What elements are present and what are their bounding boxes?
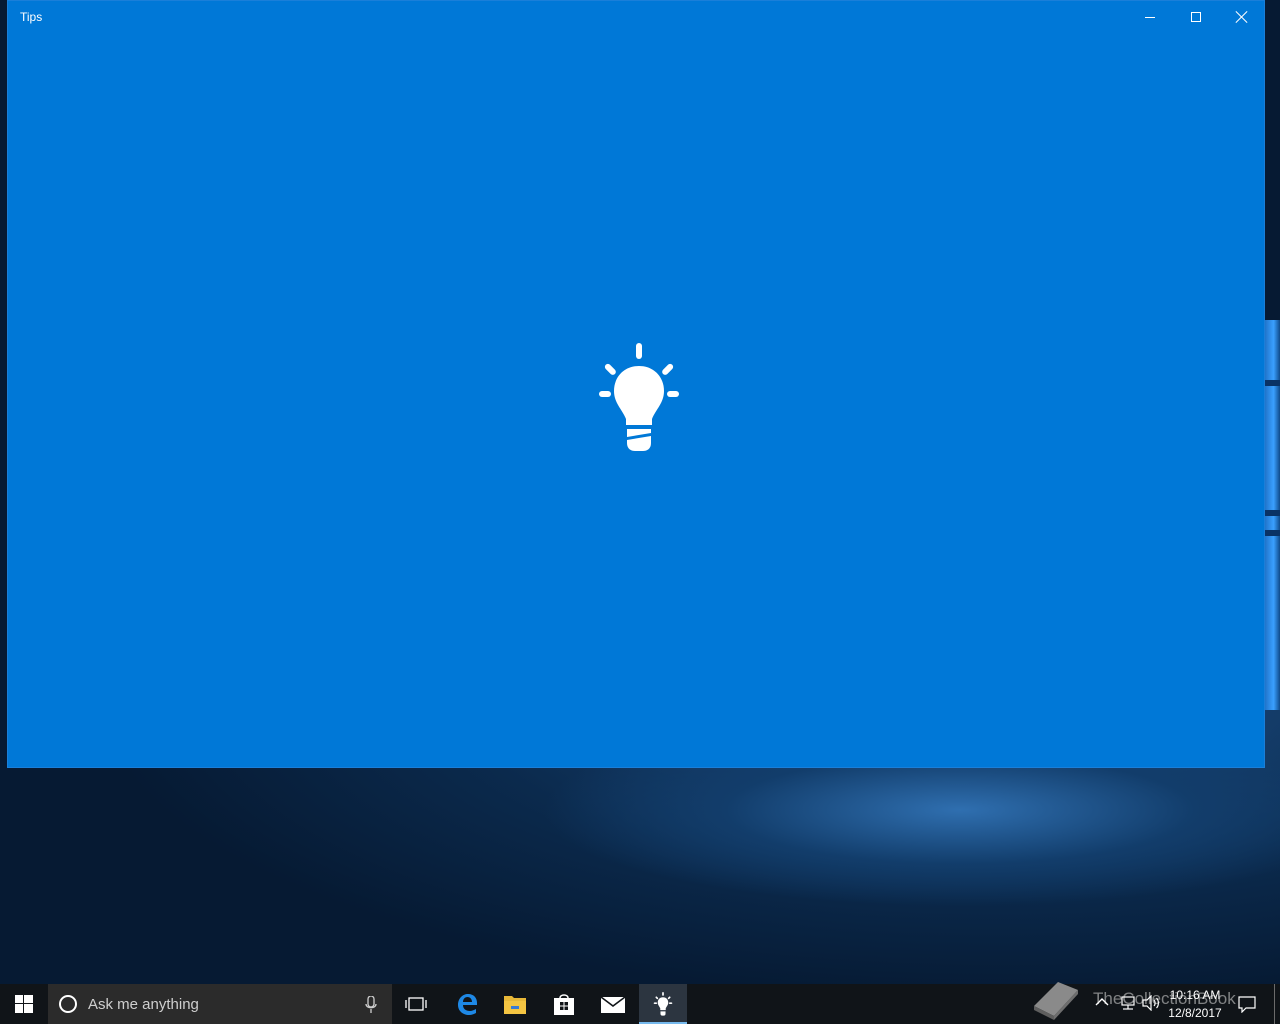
task-view-button[interactable] xyxy=(392,984,440,1024)
maximize-button[interactable] xyxy=(1173,1,1219,33)
chevron-up-icon[interactable] xyxy=(1095,995,1109,1009)
edge-icon xyxy=(458,994,477,1015)
taskbar: Ask me anything TheCollectionBook 10:16 … xyxy=(0,982,1280,1024)
minimize-button[interactable] xyxy=(1127,1,1173,33)
minimize-icon xyxy=(1145,16,1155,18)
window-title: Tips xyxy=(20,10,43,24)
book-logo-icon xyxy=(1034,982,1078,1020)
edge-button[interactable] xyxy=(443,984,491,1024)
lightbulb-icon xyxy=(599,343,679,451)
task-view-icon xyxy=(405,997,427,1011)
store-button[interactable] xyxy=(540,984,588,1024)
tips-app-window: Tips xyxy=(7,0,1265,768)
action-center-icon[interactable] xyxy=(1238,995,1256,1013)
desktop-wallpaper-light xyxy=(1264,320,1280,710)
search-placeholder: Ask me anything xyxy=(88,996,199,1013)
file-explorer-button[interactable] xyxy=(491,984,539,1024)
folder-icon xyxy=(504,996,526,1014)
clock-time[interactable]: 10:16 AM xyxy=(1160,988,1230,1002)
mail-icon xyxy=(600,996,626,1013)
close-button[interactable] xyxy=(1219,1,1265,33)
start-button[interactable] xyxy=(0,984,48,1024)
search-box[interactable]: Ask me anything xyxy=(48,984,392,1024)
volume-icon[interactable] xyxy=(1142,995,1160,1011)
microphone-icon[interactable] xyxy=(365,996,377,1014)
cortana-icon xyxy=(59,995,77,1013)
tips-taskbar-button[interactable] xyxy=(639,984,687,1024)
clock-date[interactable]: 12/8/2017 xyxy=(1160,1006,1230,1020)
store-icon xyxy=(554,994,574,1015)
lightbulb-icon xyxy=(653,992,673,1016)
maximize-icon xyxy=(1191,12,1201,22)
show-desktop-button[interactable] xyxy=(1274,984,1275,1024)
mail-button[interactable] xyxy=(589,984,637,1024)
close-icon xyxy=(1236,11,1248,23)
windows-logo-icon xyxy=(15,995,33,1013)
network-icon[interactable] xyxy=(1119,995,1137,1011)
title-bar[interactable]: Tips xyxy=(8,1,1264,33)
